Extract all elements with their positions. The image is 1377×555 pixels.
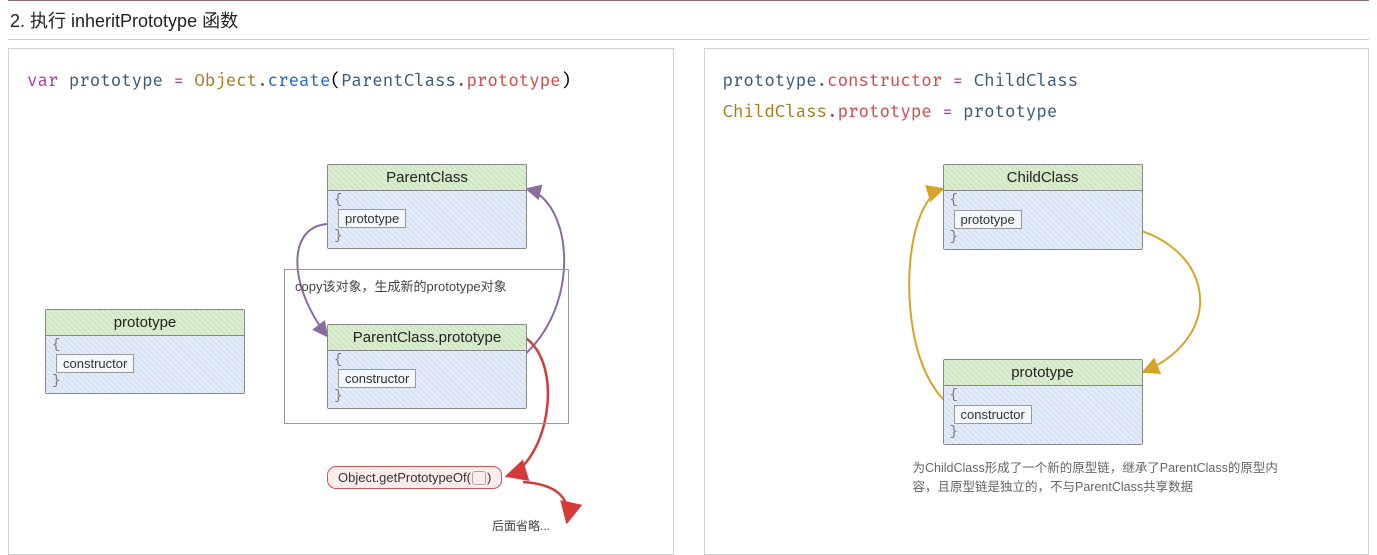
tok-dot: . (257, 71, 267, 92)
tok-constructor: constructor (827, 71, 942, 92)
box-title: prototype (46, 310, 244, 336)
tok-class: ChildClass (723, 102, 828, 123)
slot-prototype: prototype (954, 210, 1022, 229)
left-panel: var prototype = Object.create(ParentClas… (8, 48, 674, 555)
box-body: { constructor } (328, 351, 526, 409)
tok-eq: = (173, 71, 183, 92)
tok-proto: prototype (466, 71, 560, 92)
box-childclass: ChildClass { prototype } (943, 164, 1143, 250)
box-body: { prototype } (328, 191, 526, 249)
box-title: ChildClass (944, 165, 1142, 191)
call-pill: Object.getPrototypeOf() (327, 466, 502, 489)
left-stage: prototype { constructor } ParentClass { … (27, 124, 655, 524)
box-body: { constructor } (944, 386, 1142, 444)
box-body: { prototype } (944, 191, 1142, 249)
copy-note: copy该对象，生成新的prototype对象 (295, 276, 507, 295)
left-code-line: var prototype = Object.create(ParentClas… (27, 67, 655, 98)
tok-id: prototype (69, 71, 163, 92)
tok-eq: = (942, 102, 952, 123)
tok-dot: . (817, 71, 827, 92)
tok-object: Object (194, 71, 257, 92)
section-title: 2. 执行 inheritPrototype 函数 (8, 0, 1369, 40)
tok-fn: create (268, 71, 331, 92)
tok-class: ParentClass (341, 71, 456, 92)
tok-close: ) (561, 71, 571, 92)
tok-var: var (27, 71, 58, 92)
box-title: ParentClass (328, 165, 526, 191)
right-stage: ChildClass { prototype } prototype { con… (723, 154, 1351, 494)
box-parentclass-prototype: ParentClass.prototype { constructor } (327, 324, 527, 410)
box-parentclass: ParentClass { prototype } (327, 164, 527, 250)
box-title: prototype (944, 360, 1142, 386)
right-panel: prototype.constructor = ChildClass Child… (704, 48, 1370, 555)
tok-proto: prototype (838, 102, 932, 123)
right-note: 为ChildClass形成了一个新的原型链，继承了ParentClass的原型内… (913, 459, 1293, 497)
pill-close: ) (487, 470, 491, 485)
box-body: { constructor } (46, 336, 244, 394)
box-prototype-right: prototype { constructor } (943, 359, 1143, 445)
slot-constructor: constructor (338, 369, 416, 388)
pill-text: Object.getPrototypeOf( (338, 470, 471, 485)
slot-prototype: prototype (338, 209, 406, 228)
right-code-line-1: prototype.constructor = ChildClass Child… (723, 67, 1351, 128)
tok-dot: . (827, 102, 837, 123)
pill-callbox-icon (472, 471, 486, 485)
ellipsis-note: 后面省略... (492, 517, 550, 534)
tok-dot2: . (456, 71, 466, 92)
tok-id: prototype (723, 71, 817, 92)
tok-eq: = (953, 71, 963, 92)
slot-constructor: constructor (954, 405, 1032, 424)
tok-rhs: prototype (963, 102, 1057, 123)
slot-constructor: constructor (56, 354, 134, 373)
tok-rhs: ChildClass (974, 71, 1079, 92)
box-prototype-left: prototype { constructor } (45, 309, 245, 395)
box-title: ParentClass.prototype (328, 325, 526, 351)
tok-open: ( (330, 71, 340, 92)
panels: var prototype = Object.create(ParentClas… (8, 48, 1369, 555)
